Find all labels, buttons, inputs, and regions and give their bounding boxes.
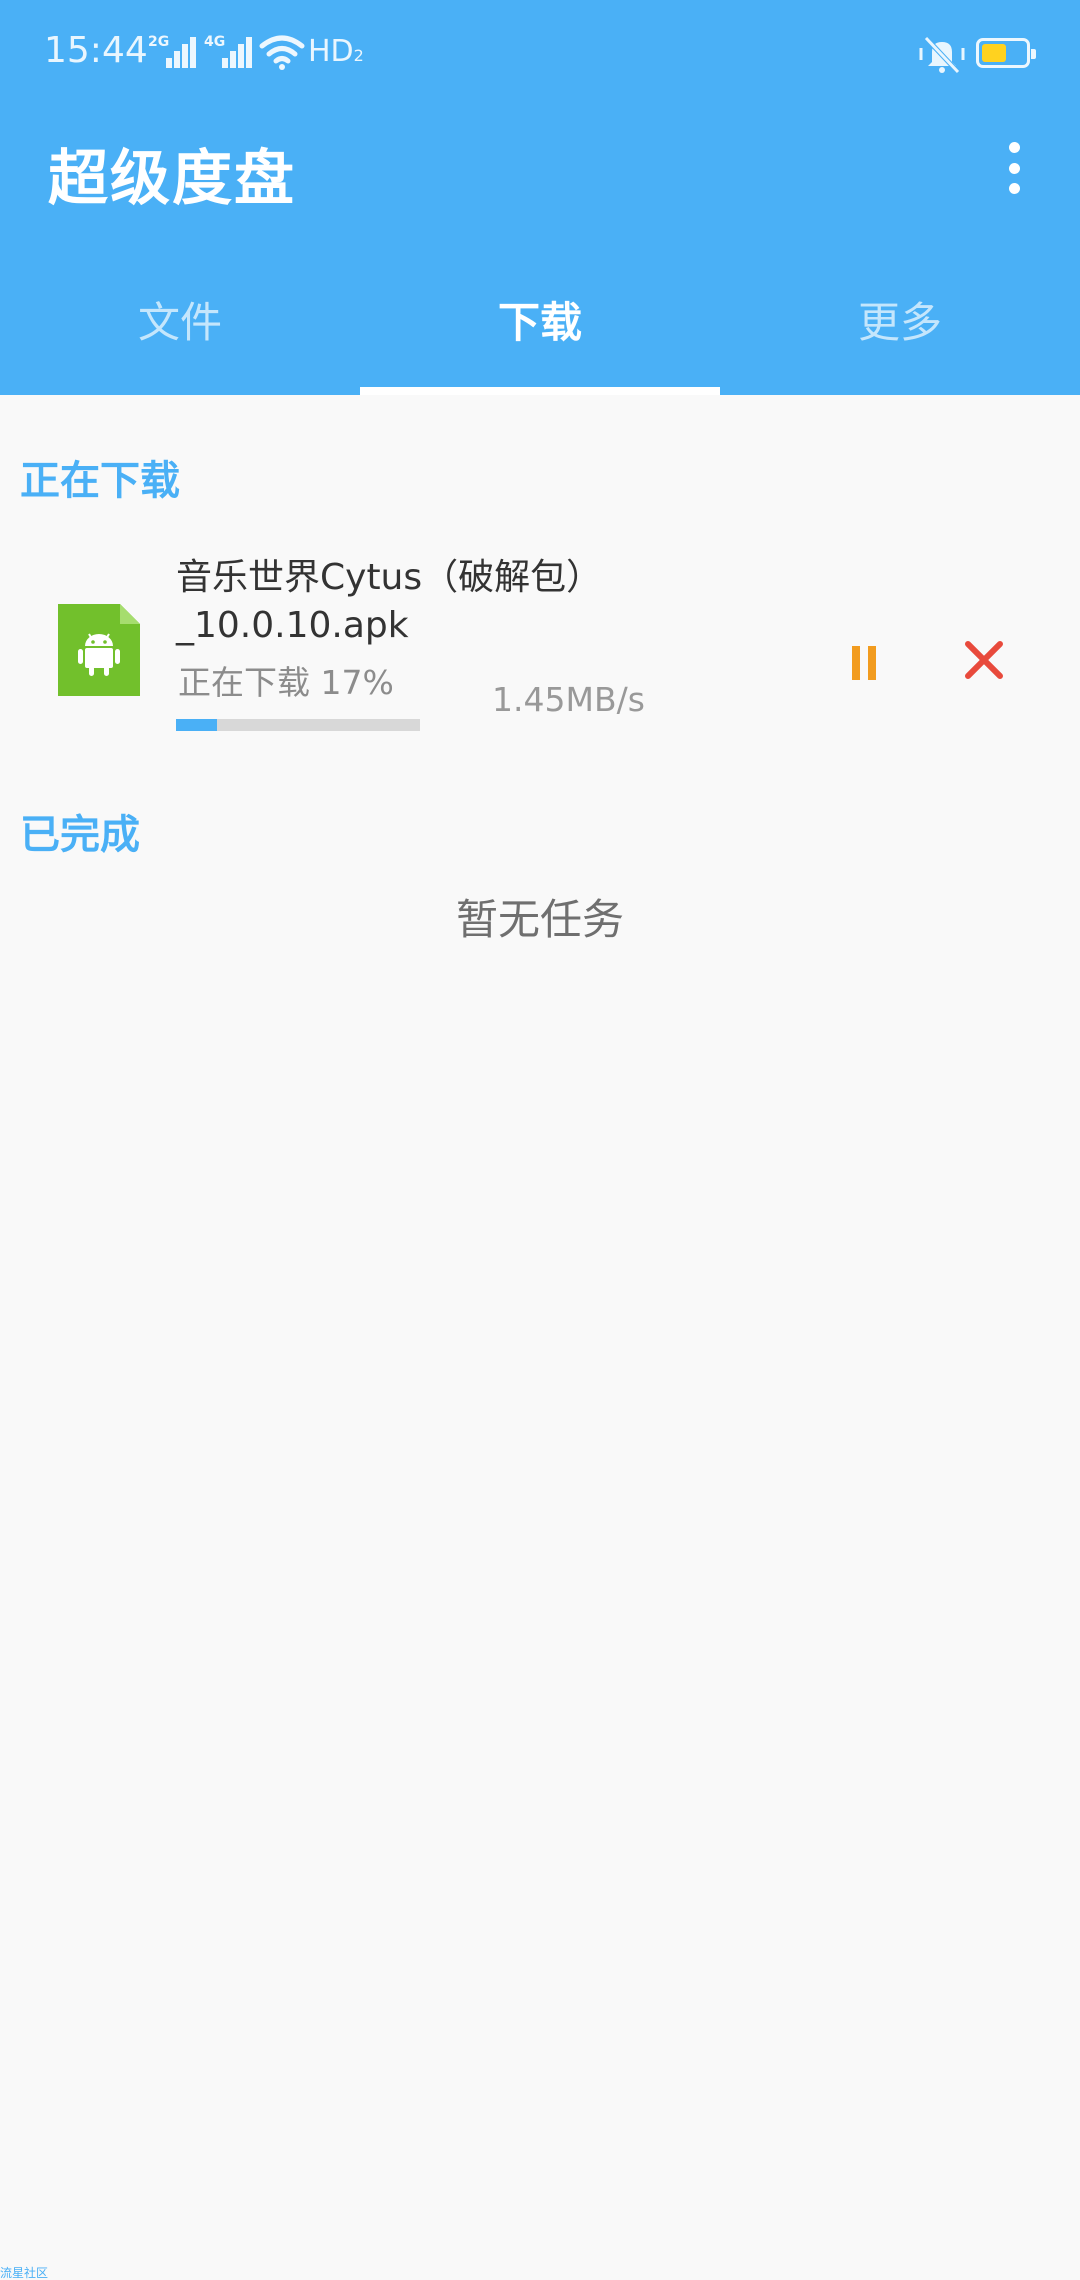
empty-state-text: 暂无任务	[455, 895, 624, 944]
download-status: 正在下载 17%	[178, 663, 394, 702]
app-header: 15:44 2G 4G HD2 超级度盘 文件 下载 更多	[0, 0, 1080, 395]
file-name: 音乐世界Cytus（破解包）_10.0.10.apk	[176, 557, 603, 646]
pause-button[interactable]	[830, 630, 900, 700]
more-vert-icon	[1008, 142, 1020, 153]
tab-bar: 文件 下载 更多	[0, 285, 1080, 395]
tab-files[interactable]: 文件	[0, 285, 360, 395]
pause-icon	[852, 646, 860, 680]
active-tab-indicator	[360, 387, 720, 395]
more-options-button[interactable]	[990, 130, 1038, 206]
tab-downloads[interactable]: 下载	[360, 285, 720, 395]
hd-voice-indicator: HD2	[308, 34, 364, 69]
download-speed: 1.45MB/s	[492, 680, 645, 719]
battery-level	[982, 44, 1006, 62]
cancel-download-button[interactable]	[948, 624, 1020, 696]
download-progress-fill	[176, 719, 218, 731]
completed-section-title: 已完成	[20, 812, 140, 858]
battery-icon	[976, 38, 1036, 68]
android-apk-icon	[58, 604, 140, 696]
vibrate-mute-icon	[919, 36, 965, 74]
download-progress-bar	[176, 719, 420, 731]
download-page: 15:44 2G 4G HD2 超级度盘 文件 下载 更多 正在下载 音乐世界C…	[0, 0, 1080, 2280]
wifi-icon	[259, 35, 305, 70]
status-time: 15:44	[44, 30, 148, 71]
app-title: 超级度盘	[48, 144, 296, 214]
tab-more[interactable]: 更多	[720, 285, 1080, 395]
watermark: 流星社区	[0, 2266, 49, 2280]
download-list-item[interactable]: 音乐世界Cytus（破解包）_10.0.10.apk 正在下载 17% 1.45…	[0, 540, 1080, 740]
status-bar: 15:44 2G 4G HD2	[0, 0, 1080, 110]
downloading-section-title: 正在下载	[20, 458, 180, 504]
